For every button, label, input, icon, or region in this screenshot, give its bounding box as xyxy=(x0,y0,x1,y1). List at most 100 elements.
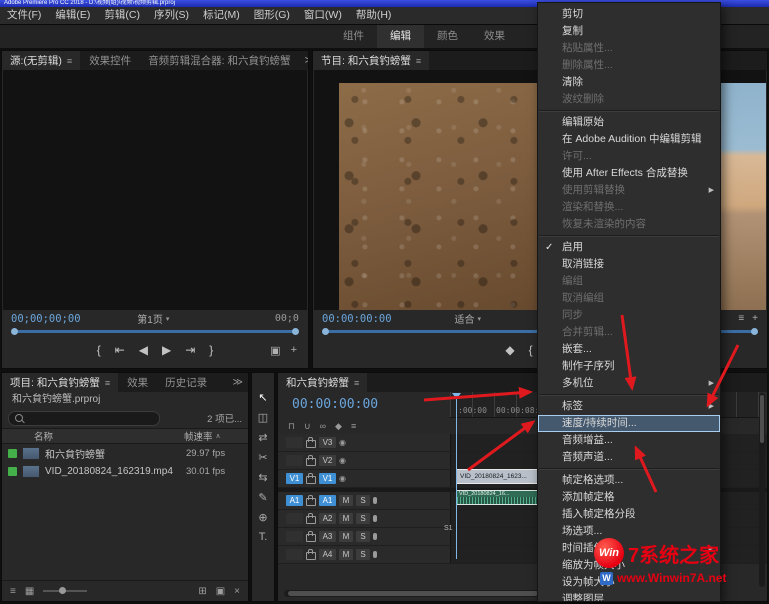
add-marker-icon[interactable]: ◆ xyxy=(335,421,342,432)
mute-button[interactable]: M xyxy=(339,531,353,542)
menu-item[interactable]: 音频声道... xyxy=(538,449,720,466)
panel-tab[interactable]: 效果控件 xyxy=(81,51,139,70)
step-back-icon[interactable]: ⇤ xyxy=(115,343,125,357)
menu-item[interactable]: 音频增益... xyxy=(538,432,720,449)
menu-item[interactable]: 在 Adobe Audition 中编辑剪辑 xyxy=(538,131,720,148)
menu-item[interactable]: 编组 xyxy=(538,273,720,290)
play-icon[interactable]: ▶ xyxy=(162,343,171,357)
lock-icon[interactable] xyxy=(306,458,316,466)
track-name[interactable]: A4 xyxy=(319,549,336,560)
source-patch[interactable] xyxy=(286,437,303,448)
workspace-tab[interactable]: 效果 xyxy=(471,25,518,48)
search-input[interactable] xyxy=(8,411,160,426)
menu-item[interactable]: 清除 xyxy=(538,74,720,91)
prev-frame-icon[interactable]: ◀ xyxy=(139,343,148,357)
slip-tool[interactable]: ⇆ xyxy=(252,467,274,487)
menubar-item[interactable]: 标记(M) xyxy=(196,7,247,24)
menu-item[interactable]: ✓启用 xyxy=(538,239,720,256)
menu-item[interactable]: 帧定格选项... xyxy=(538,472,720,489)
automate-to-sequence-icon[interactable]: ⊞ xyxy=(198,586,206,597)
panel-tab[interactable]: 和六貟钓螃蟹≡ xyxy=(278,373,367,392)
panel-tab[interactable]: 节目: 和六貟钓螃蟹≡ xyxy=(313,51,429,70)
menubar-item[interactable]: 剪辑(C) xyxy=(97,7,147,24)
export-frame-icon[interactable]: ▣ xyxy=(270,344,280,357)
workspace-tab[interactable]: 编辑 xyxy=(377,25,424,48)
type-tool[interactable]: T. xyxy=(252,527,274,547)
solo-button[interactable]: S xyxy=(356,549,370,560)
track-output-icon[interactable]: ◉ xyxy=(339,474,346,483)
menu-item[interactable]: 许可... xyxy=(538,148,720,165)
panel-overflow-icon[interactable]: ≫ xyxy=(300,51,308,70)
zoom-slider[interactable] xyxy=(43,590,87,592)
scrollbar-handle-right[interactable] xyxy=(292,328,299,335)
new-item-icon[interactable]: ▣ xyxy=(216,586,225,597)
menu-item[interactable]: 标签▶ xyxy=(538,398,720,415)
track-name[interactable]: A2 xyxy=(319,513,336,524)
panel-overflow-icon[interactable]: ≫ xyxy=(228,373,248,392)
source-patch[interactable] xyxy=(286,513,303,524)
scrollbar-thumb[interactable] xyxy=(760,395,764,443)
pen-tool[interactable]: ✎ xyxy=(252,487,274,507)
project-row[interactable]: 和六貟钓螃蟹29.97 fps xyxy=(2,444,248,462)
playhead-line[interactable] xyxy=(456,393,457,559)
source-zoom-select[interactable]: 第1页 ▾ xyxy=(137,311,169,326)
source-patch[interactable] xyxy=(286,455,303,466)
menu-item[interactable]: 使用剪辑替换▶ xyxy=(538,182,720,199)
ripple-edit-tool[interactable]: ⇄ xyxy=(252,427,274,447)
project-column-headers[interactable]: 名称 帧速率 ∧ xyxy=(2,428,248,444)
source-patch[interactable] xyxy=(286,531,303,542)
scrollbar-handle-left[interactable] xyxy=(11,328,18,335)
menu-item[interactable]: 恢复未渲染的内容 xyxy=(538,216,720,233)
panel-menu-icon[interactable]: ≡ xyxy=(105,378,110,388)
icon-view-icon[interactable]: ▦ xyxy=(25,586,34,597)
program-fit-select[interactable]: 适合 ▾ xyxy=(455,311,482,326)
source-patch[interactable]: V1 xyxy=(286,473,303,484)
track-output-icon[interactable]: ◉ xyxy=(339,456,346,465)
hand-tool[interactable]: ⊕ xyxy=(252,507,274,527)
source-patch[interactable]: A1 xyxy=(286,495,303,506)
mute-button[interactable]: M xyxy=(339,549,353,560)
timeline-settings-icon[interactable]: ≡ xyxy=(351,421,356,431)
source-zoom-scrollbar[interactable] xyxy=(13,330,297,333)
panel-tab[interactable]: 源:(无剪辑)≡ xyxy=(2,51,80,70)
menu-item[interactable]: 剪切 xyxy=(538,6,720,23)
menu-item[interactable]: 添加帧定格 xyxy=(538,489,720,506)
mute-button[interactable]: M xyxy=(339,495,353,506)
menu-item[interactable]: 波纹删除 xyxy=(538,91,720,108)
solo-button[interactable]: S xyxy=(356,531,370,542)
menubar-item[interactable]: 帮助(H) xyxy=(349,7,399,24)
audio-clip[interactable]: VID_20180824_16... xyxy=(456,490,539,505)
menubar-item[interactable]: 编辑(E) xyxy=(48,7,97,24)
menu-item[interactable]: 多机位▶ xyxy=(538,375,720,392)
lock-icon[interactable] xyxy=(306,440,316,448)
solo-button[interactable]: S xyxy=(356,513,370,524)
menu-item[interactable]: 速度/持续时间... xyxy=(538,415,720,432)
linked-selection-icon[interactable]: ∞ xyxy=(320,421,326,431)
razor-tool[interactable]: ✂ xyxy=(252,447,274,467)
project-row[interactable]: VID_20180824_162319.mp430.01 fps xyxy=(2,462,248,480)
menu-item[interactable]: 复制 xyxy=(538,23,720,40)
track-name[interactable]: V2 xyxy=(319,455,336,466)
lock-icon[interactable] xyxy=(306,552,316,560)
add-button-icon[interactable]: + xyxy=(752,313,758,324)
next-frame-icon[interactable]: ⇥ xyxy=(185,343,195,357)
track-output-icon[interactable]: ◉ xyxy=(339,438,346,447)
track-name[interactable]: A1 xyxy=(319,495,336,506)
selection-tool[interactable]: ↖ xyxy=(252,387,274,407)
menu-item[interactable]: 取消编组 xyxy=(538,290,720,307)
scrollbar-handle-right[interactable] xyxy=(751,328,758,335)
video-clip[interactable]: VID_20180824_1623... xyxy=(456,469,539,484)
snap-icon[interactable]: ∪ xyxy=(304,421,311,432)
menu-item[interactable]: 插入帧定格分段 xyxy=(538,506,720,523)
column-name[interactable]: 名称 xyxy=(34,429,53,443)
lock-icon[interactable] xyxy=(306,476,316,484)
menu-item[interactable]: 制作子序列 xyxy=(538,358,720,375)
panel-tab[interactable]: 项目: 和六貟钓螃蟹≡ xyxy=(2,373,118,392)
settings-wrench-icon[interactable]: ≡ xyxy=(738,313,744,324)
workspace-tab[interactable]: 颜色 xyxy=(424,25,471,48)
source-patch[interactable] xyxy=(286,549,303,560)
lock-icon[interactable] xyxy=(306,534,316,542)
track-name[interactable]: V1 xyxy=(319,473,336,484)
panel-menu-icon[interactable]: ≡ xyxy=(354,378,359,388)
delete-icon[interactable]: × xyxy=(234,586,240,597)
